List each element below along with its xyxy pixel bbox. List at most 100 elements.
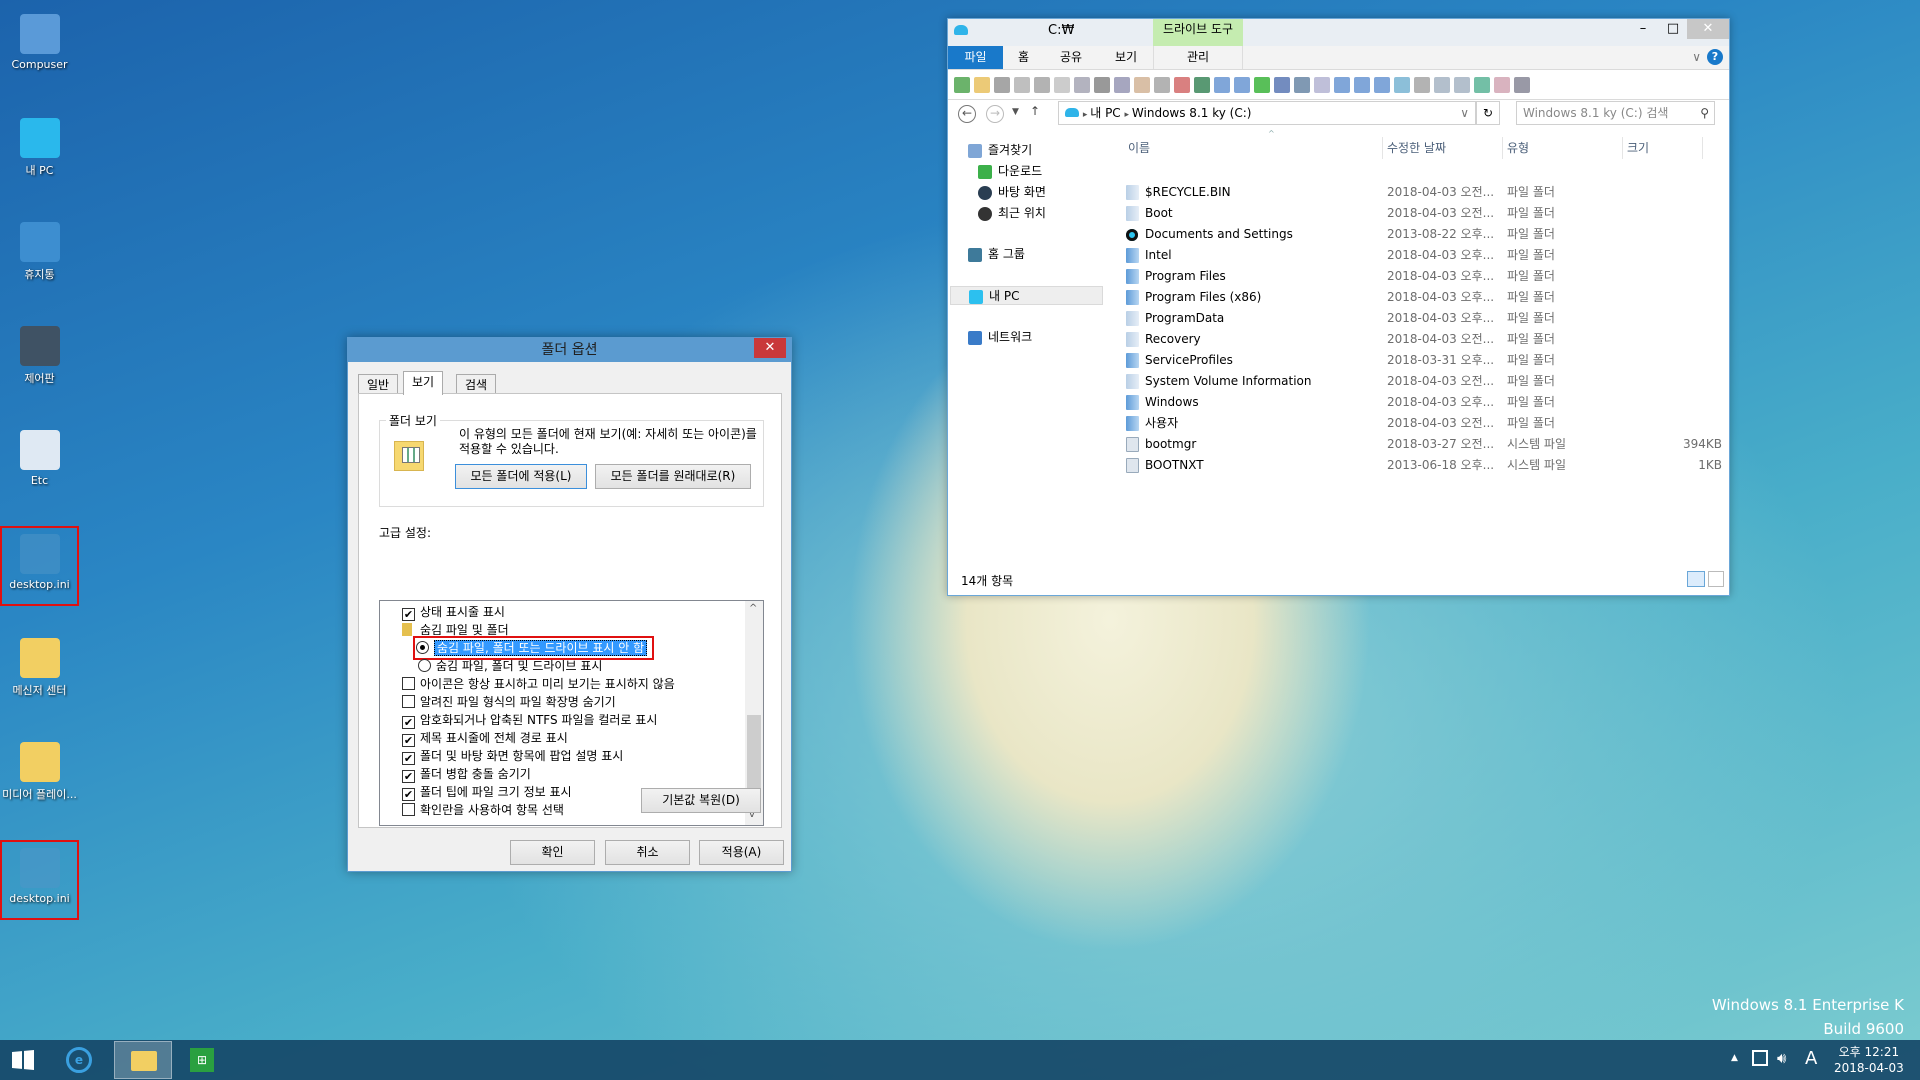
minimize-button[interactable]: –	[1627, 19, 1659, 39]
setting-checkbox[interactable]: ✔ 암호화되거나 압축된 NTFS 파일을 컬러로 표시	[402, 711, 657, 729]
toolbar-command-icon[interactable]	[994, 76, 1010, 93]
back-button[interactable]: ←	[958, 105, 976, 123]
desktop-icon-desktop-ini[interactable]: desktop.ini	[0, 840, 79, 920]
recent-locations-icon[interactable]: ▼	[1012, 107, 1019, 117]
setting-radio[interactable]: 숨김 파일, 폴더 및 드라이브 표시	[418, 657, 602, 675]
volume-icon[interactable]: 🔊︎	[1777, 1049, 1786, 1067]
file-row[interactable]: Documents and Settings 2013-08-22 오후... …	[1126, 224, 1726, 245]
ok-button[interactable]: 확인	[510, 840, 595, 865]
desktop-icon-휴지통[interactable]: 휴지통	[2, 216, 77, 292]
scroll-up-icon[interactable]: ^	[749, 603, 757, 614]
toolbar-command-icon[interactable]	[1394, 76, 1410, 93]
clock[interactable]: 오후 12:21 2018-04-03	[1834, 1044, 1904, 1076]
nav-this-pc[interactable]: 내 PC	[950, 286, 1103, 305]
setting-checkbox[interactable]: ✔ 폴더 팁에 파일 크기 정보 표시	[402, 783, 572, 801]
column-header-size[interactable]: 크기	[1623, 137, 1703, 159]
file-row[interactable]: BOOTNXT 2013-06-18 오후... 시스템 파일 1KB	[1126, 455, 1726, 476]
setting-checkbox[interactable]: 아이콘은 항상 표시하고 미리 보기는 표시하지 않음	[402, 675, 675, 693]
toolbar-command-icon[interactable]	[1234, 76, 1250, 93]
nav-favorites[interactable]: 즐겨찾기	[968, 141, 1032, 160]
file-row[interactable]: 사용자 2018-04-03 오전... 파일 폴더	[1126, 413, 1726, 434]
address-dropdown-icon[interactable]: ∨	[1460, 102, 1469, 124]
forward-button[interactable]: →	[986, 105, 1004, 123]
checkbox[interactable]: ✔	[402, 716, 415, 729]
toolbar-command-icon[interactable]	[954, 76, 970, 93]
toolbar-command-icon[interactable]	[1474, 76, 1490, 93]
nav-network[interactable]: 네트워크	[968, 328, 1032, 347]
checkbox[interactable]: ✔	[402, 788, 415, 801]
nav-downloads[interactable]: 다운로드	[978, 162, 1042, 181]
setting-checkbox[interactable]: ✔ 폴더 및 바탕 화면 항목에 팝업 설명 표시	[402, 747, 623, 765]
network-status-icon[interactable]	[1752, 1050, 1768, 1066]
refresh-button[interactable]: ↻	[1476, 101, 1500, 125]
file-row[interactable]: Windows 2018-04-03 오후... 파일 폴더	[1126, 392, 1726, 413]
desktop-icon-메신저-센터[interactable]: 메신저 센터	[2, 632, 77, 708]
setting-checkbox[interactable]: ✔ 상태 표시줄 표시	[402, 603, 505, 621]
store-icon[interactable]: ⊞	[190, 1048, 214, 1072]
breadcrumb-this-pc[interactable]: 내 PC	[1090, 106, 1120, 120]
file-row[interactable]: $RECYCLE.BIN 2018-04-03 오전... 파일 폴더	[1126, 182, 1726, 203]
ime-indicator[interactable]: A	[1805, 1048, 1817, 1069]
column-header-type[interactable]: 유형	[1503, 137, 1623, 159]
toolbar-command-icon[interactable]	[974, 76, 990, 93]
ribbon-tab-view[interactable]: 보기	[1103, 46, 1149, 69]
large-icons-view-button[interactable]	[1708, 571, 1724, 587]
toolbar-command-icon[interactable]	[1454, 76, 1470, 93]
toolbar-command-icon[interactable]	[1214, 76, 1230, 93]
search-box[interactable]: Windows 8.1 ky (C:) 검색 ⚲	[1516, 101, 1715, 125]
ribbon-tab-home[interactable]: 홈	[1006, 46, 1041, 69]
toolbar-command-icon[interactable]	[1194, 76, 1210, 93]
toolbar-command-icon[interactable]	[1414, 76, 1430, 93]
ribbon-tab-file[interactable]: 파일	[948, 46, 1003, 69]
dialog-close-button[interactable]: ✕	[754, 338, 786, 358]
nav-recent[interactable]: 최근 위치	[978, 204, 1046, 223]
toolbar-command-icon[interactable]	[1494, 76, 1510, 93]
show-hidden-icons-button[interactable]: ▲	[1731, 1053, 1738, 1063]
file-row[interactable]: Recovery 2018-04-03 오전... 파일 폴더	[1126, 329, 1726, 350]
nav-homegroup[interactable]: 홈 그룹	[968, 245, 1025, 264]
close-button[interactable]: ✕	[1687, 19, 1729, 39]
ribbon-expand-icon[interactable]: ∨	[1692, 50, 1701, 64]
radio-button[interactable]	[418, 659, 431, 672]
address-bar[interactable]: ▸ 내 PC ▸ Windows 8.1 ky (C:) ∨	[1058, 101, 1476, 125]
start-button[interactable]	[12, 1050, 34, 1070]
checkbox[interactable]: ✔	[402, 608, 415, 621]
toolbar-command-icon[interactable]	[1374, 76, 1390, 93]
toolbar-command-icon[interactable]	[1514, 76, 1530, 93]
toolbar-command-icon[interactable]	[1014, 76, 1030, 93]
ribbon-tab-share[interactable]: 공유	[1048, 46, 1094, 69]
ribbon-tab-manage[interactable]: 관리	[1153, 46, 1243, 69]
setting-checkbox[interactable]: 확인란을 사용하여 항목 선택	[402, 801, 564, 819]
toolbar-command-icon[interactable]	[1294, 76, 1310, 93]
tab-view[interactable]: 보기	[403, 371, 444, 395]
toolbar-command-icon[interactable]	[1314, 76, 1330, 93]
details-view-button[interactable]	[1687, 571, 1705, 587]
file-row[interactable]: Boot 2018-04-03 오전... 파일 폴더	[1126, 203, 1726, 224]
file-row[interactable]: System Volume Information 2018-04-03 오전.…	[1126, 371, 1726, 392]
file-row[interactable]: Program Files (x86) 2018-04-03 오후... 파일 …	[1126, 287, 1726, 308]
setting-checkbox[interactable]: ✔ 폴더 병합 충돌 숨기기	[402, 765, 531, 783]
toolbar-command-icon[interactable]	[1334, 76, 1350, 93]
internet-explorer-icon[interactable]: e	[66, 1047, 92, 1073]
setting-checkbox[interactable]: 알려진 파일 형식의 파일 확장명 숨기기	[402, 693, 616, 711]
breadcrumb-drive[interactable]: Windows 8.1 ky (C:)	[1132, 106, 1252, 120]
radio-button[interactable]	[416, 641, 429, 654]
desktop-icon-내-pc[interactable]: 내 PC	[2, 112, 77, 188]
checkbox[interactable]	[402, 803, 415, 816]
tab-general[interactable]: 일반	[358, 374, 399, 395]
column-header-date[interactable]: 수정한 날짜	[1383, 137, 1503, 159]
column-header-name[interactable]: 이름	[1123, 137, 1383, 159]
tab-search[interactable]: 검색	[456, 374, 497, 395]
toolbar-command-icon[interactable]	[1034, 76, 1050, 93]
file-row[interactable]: ProgramData 2018-04-03 오후... 파일 폴더	[1126, 308, 1726, 329]
setting-radio[interactable]: 숨김 파일, 폴더 또는 드라이브 표시 안 함	[412, 636, 655, 660]
toolbar-command-icon[interactable]	[1254, 76, 1270, 93]
file-row[interactable]: bootmgr 2018-03-27 오전... 시스템 파일 394KB	[1126, 434, 1726, 455]
toolbar-command-icon[interactable]	[1054, 76, 1070, 93]
checkbox[interactable]: ✔	[402, 734, 415, 747]
checkbox[interactable]: ✔	[402, 770, 415, 783]
file-row[interactable]: Intel 2018-04-03 오후... 파일 폴더	[1126, 245, 1726, 266]
toolbar-command-icon[interactable]	[1074, 76, 1090, 93]
up-button[interactable]: ↑	[1030, 104, 1040, 118]
toolbar-command-icon[interactable]	[1114, 76, 1130, 93]
